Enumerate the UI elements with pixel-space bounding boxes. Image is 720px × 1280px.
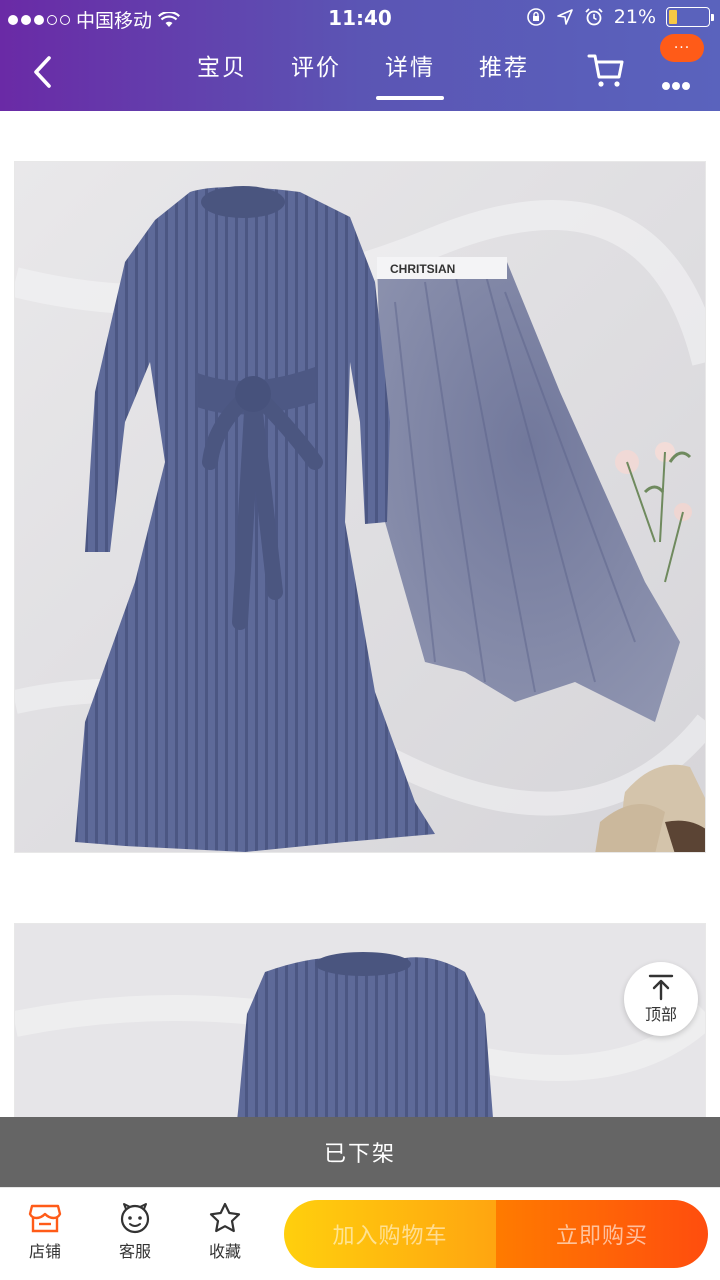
customer-service-icon	[120, 1203, 150, 1234]
battery-fill	[669, 10, 677, 24]
back-to-top-label: 顶部	[644, 1005, 677, 1024]
product-photo-1[interactable]: CHRITSIAN	[14, 161, 706, 853]
alarm-icon	[585, 8, 603, 26]
tab-item[interactable]: 宝贝	[175, 50, 269, 100]
store-icon	[28, 1204, 62, 1233]
tab-reviews[interactable]: 评价	[269, 50, 363, 100]
waistband-label: CHRITSIAN	[390, 262, 455, 276]
product-photo-2[interactable]	[14, 923, 706, 1117]
detail-tabs: 宝贝 评价 详情 推荐	[175, 50, 551, 100]
tab-details[interactable]: 详情	[363, 50, 457, 100]
favorite-label: 收藏	[208, 1242, 241, 1261]
purchase-actions: 加入购物车 立即购买	[284, 1200, 708, 1268]
back-to-top-button[interactable]: 顶部	[624, 962, 698, 1036]
back-button[interactable]	[22, 50, 62, 94]
chevron-left-icon	[34, 56, 51, 88]
detail-content: CHRITSIAN	[0, 111, 720, 1117]
header-nav: 宝贝 评价 详情 推荐 ···	[0, 34, 720, 111]
cart-button[interactable]	[586, 50, 630, 94]
star-icon	[209, 1202, 241, 1233]
sweater-image	[15, 924, 705, 1117]
buy-now-button[interactable]: 立即购买	[496, 1200, 708, 1268]
status-bar: 中国移动 11:40 21%	[0, 0, 720, 36]
location-icon	[556, 9, 573, 25]
cart-icon	[587, 54, 624, 87]
orientation-lock-icon	[526, 8, 545, 26]
off-shelf-notice: 已下架	[0, 1117, 720, 1187]
bottom-action-bar: 店铺 客服 收藏 加入购物车 立即购买	[0, 1187, 720, 1280]
customer-service-button[interactable]: 客服	[100, 1202, 170, 1262]
dress-set-image: CHRITSIAN	[15, 162, 705, 852]
battery-icon	[666, 7, 714, 27]
favorite-button[interactable]: 收藏	[190, 1202, 260, 1262]
store-button[interactable]: 店铺	[10, 1202, 80, 1262]
arrow-up-to-top-icon	[648, 974, 674, 1001]
app-header: 中国移动 11:40 21% 宝贝 评价 详情 推荐 ···	[0, 0, 720, 111]
status-right: 21%	[526, 6, 714, 28]
battery-percent: 21%	[613, 6, 656, 28]
store-label: 店铺	[28, 1242, 61, 1261]
tab-recommend[interactable]: 推荐	[457, 50, 551, 100]
customer-service-label: 客服	[118, 1242, 151, 1261]
message-badge: ···	[660, 34, 704, 62]
add-to-cart-button[interactable]: 加入购物车	[284, 1200, 496, 1268]
